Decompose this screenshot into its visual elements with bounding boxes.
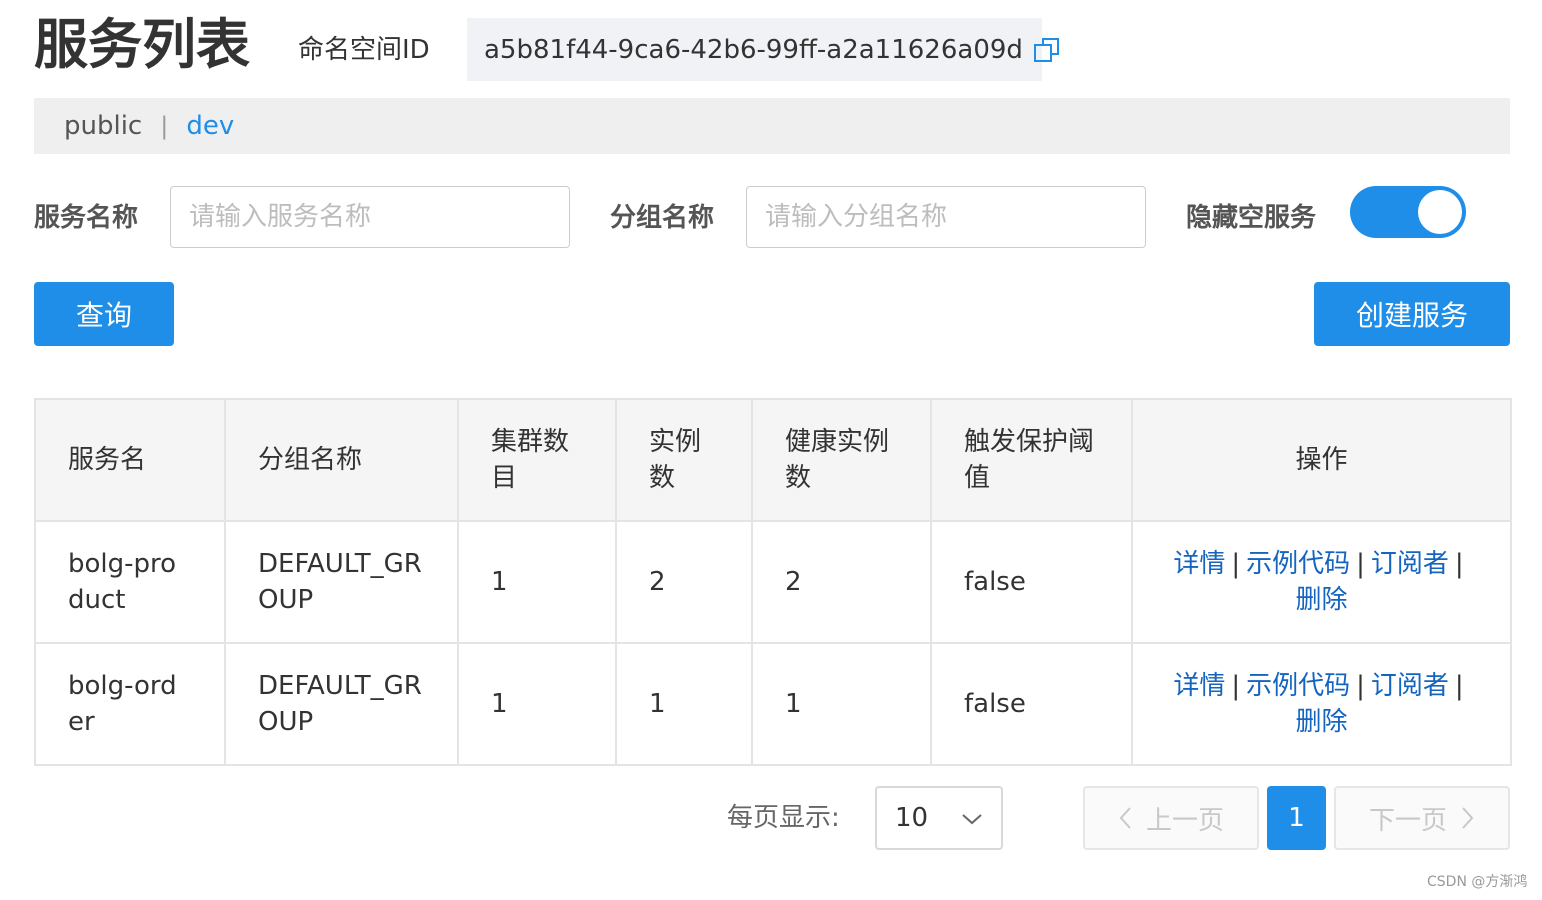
chevron-down-icon (961, 803, 983, 833)
table-row: bolg-order DEFAULT_GROUP 1 1 1 false 详情 |… (34, 642, 1512, 766)
service-name-label: 服务名称 (34, 203, 139, 233)
cell-instance-count: 2 (615, 520, 753, 644)
toggle-knob (1418, 190, 1462, 234)
group-name-label: 分组名称 (610, 203, 715, 233)
hide-empty-toggle[interactable] (1350, 186, 1466, 238)
query-button[interactable]: 查询 (34, 282, 174, 346)
cell-healthy-count: 1 (751, 642, 932, 766)
detail-link[interactable]: 详情 (1173, 549, 1225, 579)
namespace-tab-dev[interactable]: dev (186, 111, 234, 141)
delete-link[interactable]: 删除 (1295, 585, 1347, 615)
cell-service-name: bolg-order (34, 642, 226, 766)
header-service-name: 服务名 (34, 398, 226, 522)
header-instance-count: 实例数 (615, 398, 753, 522)
header-actions: 操作 (1131, 398, 1512, 522)
page-size-value: 10 (895, 803, 929, 833)
cell-service-name: bolg-product (34, 520, 226, 644)
sample-code-link[interactable]: 示例代码 (1246, 671, 1350, 701)
sample-code-link[interactable]: 示例代码 (1246, 549, 1350, 579)
cell-protect-threshold: false (930, 642, 1133, 766)
namespace-id-label: 命名空间ID (298, 35, 430, 65)
action-separator: | (1454, 549, 1464, 579)
cell-actions: 详情 | 示例代码 | 订阅者 |删除 (1131, 642, 1512, 766)
subscribers-link[interactable]: 订阅者 (1371, 549, 1449, 579)
cell-protect-threshold: false (930, 520, 1133, 644)
prev-page-button[interactable]: 上一页 (1083, 786, 1259, 850)
cell-group-name: DEFAULT_GROUP (224, 642, 459, 766)
page-size-label: 每页显示: (727, 803, 840, 833)
page-number-current[interactable]: 1 (1267, 786, 1326, 850)
create-service-button[interactable]: 创建服务 (1314, 282, 1510, 346)
cell-healthy-count: 2 (751, 520, 932, 644)
cell-cluster-count: 1 (457, 520, 617, 644)
service-name-input[interactable] (170, 186, 570, 248)
namespace-id-value: a5b81f44-9ca6-42b6-99ff-a2a11626a09d (484, 34, 1023, 65)
action-separator: | (1356, 671, 1365, 701)
header-healthy-count: 健康实例数 (751, 398, 932, 522)
chevron-right-icon (1461, 806, 1475, 830)
cell-cluster-count: 1 (457, 642, 617, 766)
table-row: bolg-product DEFAULT_GROUP 1 2 2 false 详… (34, 520, 1512, 644)
detail-link[interactable]: 详情 (1173, 671, 1225, 701)
page: 服务列表 命名空间ID a5b81f44-9ca6-42b6-99ff-a2a1… (0, 0, 1542, 900)
action-separator: | (1231, 671, 1241, 701)
subscribers-link[interactable]: 订阅者 (1371, 671, 1449, 701)
namespace-tab-public[interactable]: public (64, 111, 142, 141)
namespace-id-box: a5b81f44-9ca6-42b6-99ff-a2a11626a09d (467, 18, 1059, 81)
service-table: 服务名 分组名称 集群数目 实例数 健康实例数 触发保护阈值 操作 bolg-p… (34, 398, 1512, 766)
header-group-name: 分组名称 (224, 398, 459, 522)
namespace-separator: | (160, 112, 169, 140)
service-table-wrap: 服务名 分组名称 集群数目 实例数 健康实例数 触发保护阈值 操作 bolg-p… (34, 398, 1512, 766)
prev-page-label: 上一页 (1145, 805, 1224, 836)
header-protect-threshold: 触发保护阈值 (930, 398, 1133, 522)
copy-icon[interactable] (1033, 36, 1061, 64)
action-separator: | (1356, 549, 1365, 579)
group-name-input[interactable] (746, 186, 1146, 248)
cell-instance-count: 1 (615, 642, 753, 766)
action-separator: | (1454, 671, 1464, 701)
page-size-select[interactable]: 10 (875, 786, 1003, 850)
namespace-bar: public | dev (34, 98, 1510, 154)
delete-link[interactable]: 删除 (1295, 707, 1347, 737)
cell-group-name: DEFAULT_GROUP (224, 520, 459, 644)
cell-actions: 详情 | 示例代码 | 订阅者 |删除 (1131, 520, 1512, 644)
page-title: 服务列表 (34, 13, 250, 76)
table-header-row: 服务名 分组名称 集群数目 实例数 健康实例数 触发保护阈值 操作 (34, 398, 1512, 522)
chevron-left-icon (1118, 806, 1132, 830)
action-separator: | (1231, 549, 1241, 579)
next-page-label: 下一页 (1368, 805, 1447, 836)
watermark: CSDN @方渐鸿 (1427, 874, 1528, 890)
next-page-button[interactable]: 下一页 (1334, 786, 1510, 850)
hide-empty-label: 隐藏空服务 (1186, 203, 1317, 233)
header-cluster-count: 集群数目 (457, 398, 617, 522)
